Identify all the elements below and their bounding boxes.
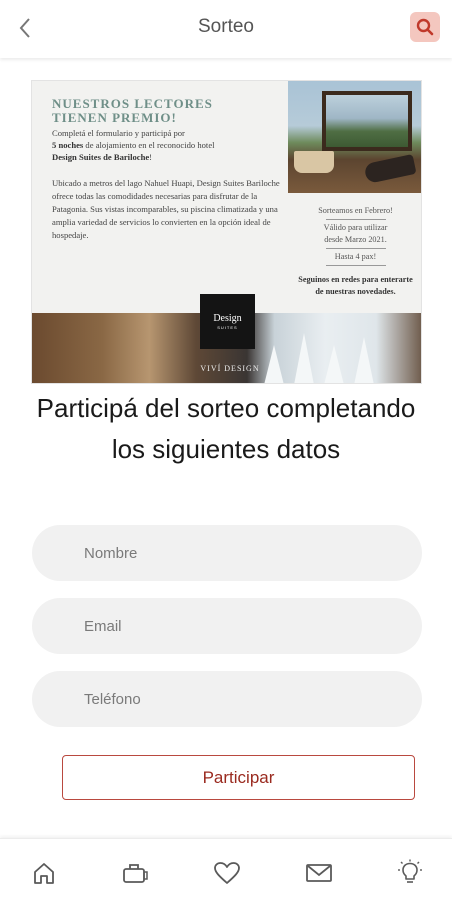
snow-tree — [264, 345, 284, 383]
banner-tagline: VIVÍ DESIGN — [200, 364, 260, 373]
draw-note: Sorteamos en Febrero! — [318, 206, 393, 215]
logo-text: Design — [213, 313, 242, 324]
divider — [325, 219, 386, 220]
lounge-chair — [363, 154, 417, 184]
banner-headline-1: NUESTROS LECTORES — [52, 96, 213, 111]
window-view — [322, 91, 412, 151]
lightbulb-icon — [398, 859, 422, 883]
banner-intro-bold2: Design Suites de Bariloche — [52, 152, 150, 162]
tab-home[interactable] — [28, 857, 60, 889]
follow-line-1: Seguinos en redes para enterarte — [298, 275, 413, 284]
banner-text-block: NUESTROS LECTORES TIENEN PREMIO! Complet… — [52, 97, 290, 242]
main-content: NUESTROS LECTORES TIENEN PREMIO! Complet… — [0, 58, 452, 838]
search-button[interactable] — [410, 12, 440, 42]
hotel-logo: Design SUITES — [200, 294, 255, 349]
banner-intro-bold1: 5 noches — [52, 140, 84, 150]
promo-banner: NUESTROS LECTORES TIENEN PREMIO! Complet… — [31, 80, 422, 384]
hotel-room-photo — [288, 81, 421, 193]
form-heading: Participá del sorteo completando los sig… — [36, 393, 416, 464]
tab-messages[interactable] — [303, 857, 335, 889]
follow-line-2: de nuestras novedades. — [315, 287, 396, 296]
tab-favorites[interactable] — [211, 857, 243, 889]
mail-icon — [306, 864, 332, 882]
heart-icon — [214, 862, 240, 884]
banner-intro: Completá el formulario y participá por 5… — [52, 127, 290, 163]
banner-intro-end: ! — [149, 152, 153, 162]
valid-line-1: Válido para utilizar — [323, 223, 388, 232]
valid-line-3: Hasta 4 pax! — [334, 252, 377, 261]
suitcase-icon — [123, 864, 148, 883]
logo-subtext: SUITES — [217, 325, 238, 330]
valid-line-2: desde Marzo 2021. — [324, 235, 387, 244]
bottom-nav — [0, 838, 452, 900]
snow-tree — [324, 345, 344, 383]
snow-tree — [294, 333, 314, 383]
tab-ideas[interactable] — [394, 857, 426, 889]
snow-tree — [354, 337, 374, 383]
home-icon — [34, 863, 54, 884]
top-app-bar: Sorteo — [0, 0, 452, 58]
name-field[interactable] — [32, 525, 422, 581]
participate-button[interactable]: Participar — [62, 755, 415, 800]
phone-field[interactable] — [32, 671, 422, 727]
search-icon — [416, 18, 434, 36]
divider — [325, 248, 386, 249]
page-title: Sorteo — [198, 16, 254, 37]
banner-intro-part2: de alojamiento en el reconocido hotel — [83, 140, 215, 150]
banner-details: Sorteamos en Febrero! Válido para utiliz… — [288, 205, 421, 298]
tab-travel[interactable] — [119, 857, 151, 889]
divider — [325, 265, 386, 266]
email-field[interactable] — [32, 598, 422, 654]
banner-headline-2: TIENEN PREMIO! — [52, 110, 177, 125]
banner-intro-part1: Completá el formulario y participá por — [52, 128, 185, 138]
banner-description: Ubicado a metros del lago Nahuel Huapi, … — [52, 178, 280, 240]
bathtub — [294, 151, 334, 173]
